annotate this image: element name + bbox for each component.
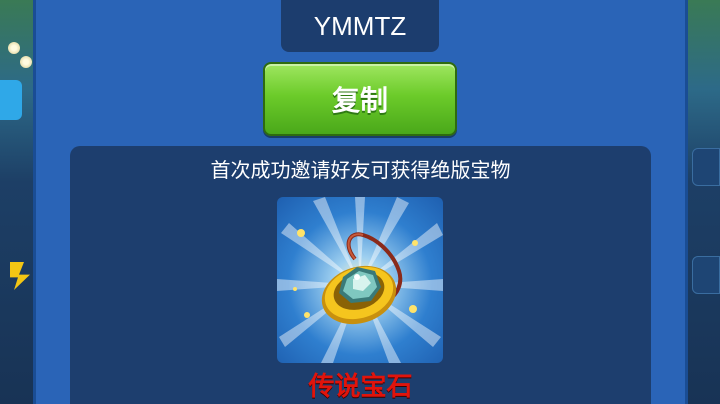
reward-description: 首次成功邀请好友可获得绝版宝物 [210, 158, 511, 182]
reward-panel: 首次成功邀请好友可获得绝版宝物 传说宝石 [70, 146, 651, 404]
invite-code: YMMTZ [281, 0, 439, 52]
lightning-icon [10, 262, 30, 290]
flower-decoration [8, 42, 20, 54]
side-tab[interactable] [0, 80, 22, 120]
gem-amulet-icon [277, 197, 443, 363]
item-name: 传说宝石 [308, 372, 413, 402]
side-button[interactable] [692, 256, 720, 294]
flower-decoration [20, 56, 32, 68]
legendary-gem-icon[interactable] [277, 197, 443, 363]
side-button[interactable] [692, 148, 720, 186]
copy-button[interactable]: 复制 [263, 62, 457, 136]
